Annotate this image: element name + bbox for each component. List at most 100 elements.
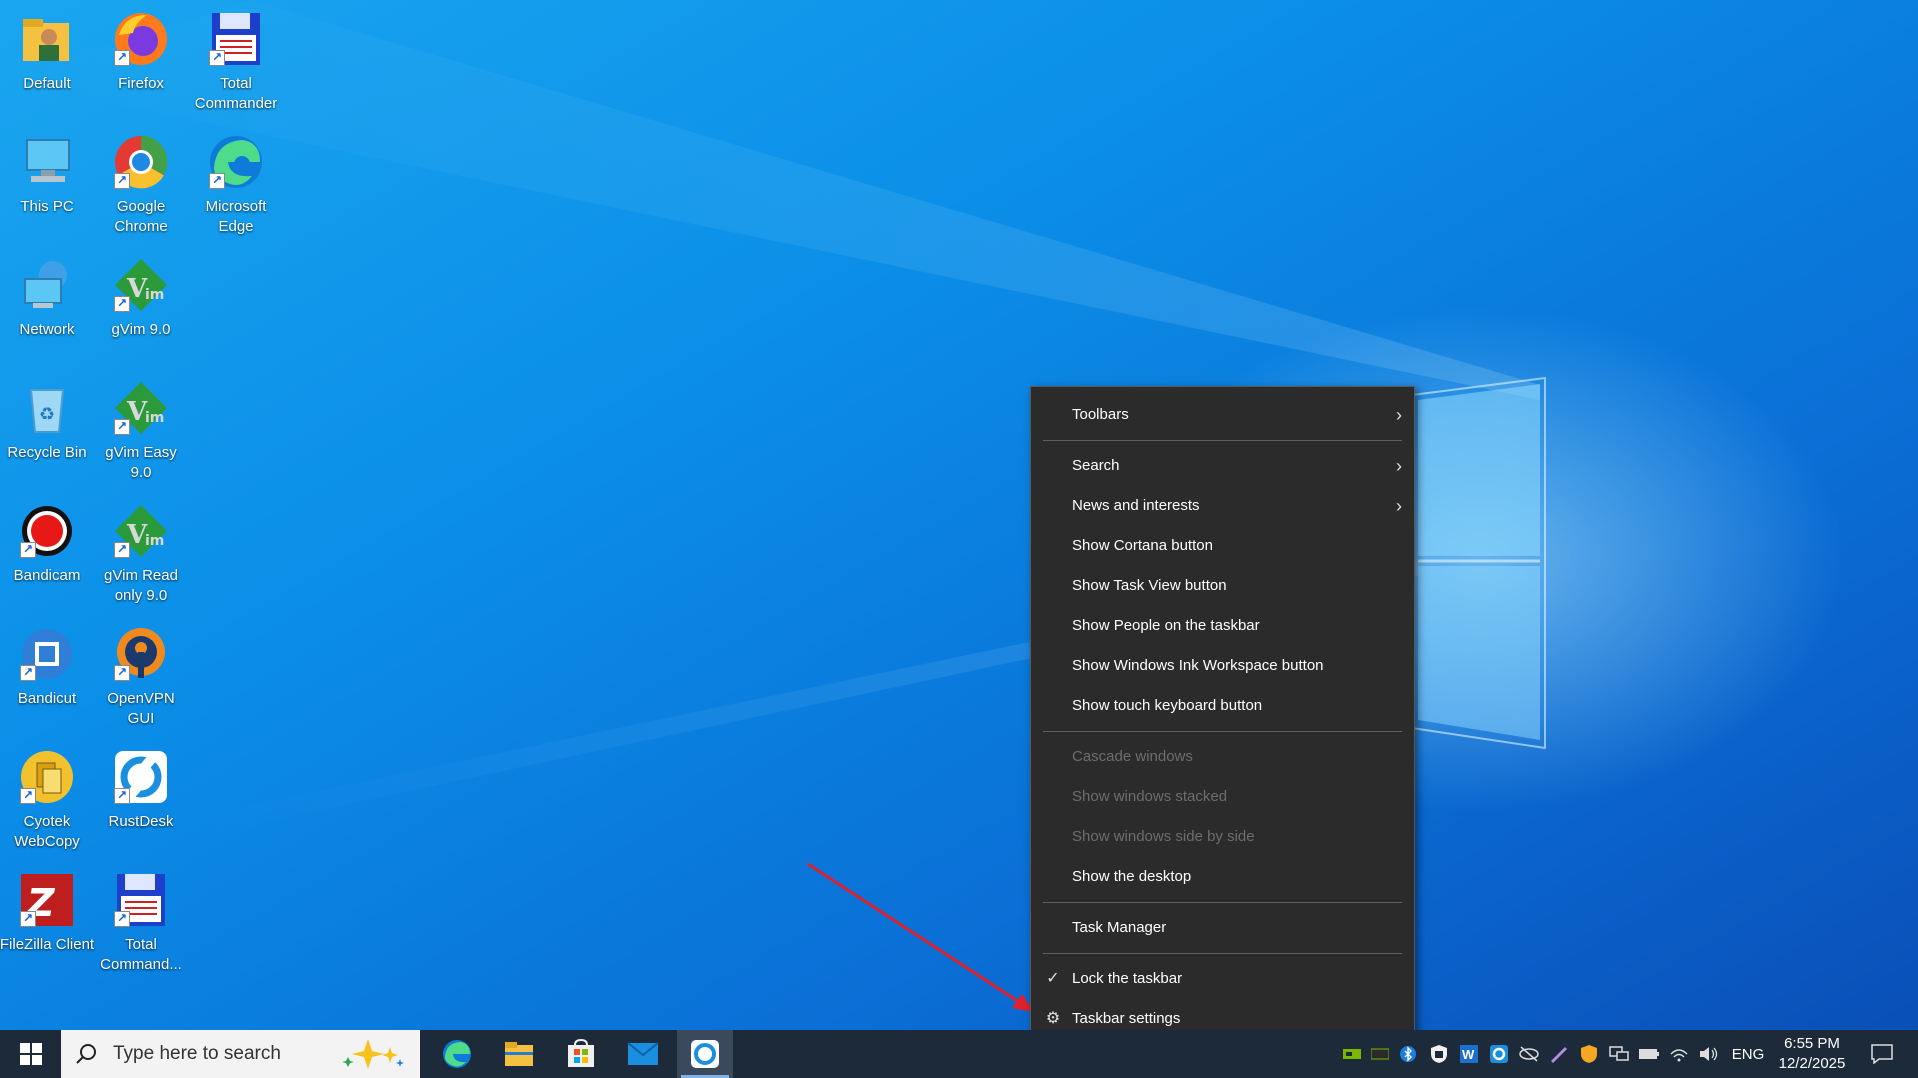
menu-item-lock-the-taskbar[interactable]: ✓ Lock the taskbar: [1031, 959, 1414, 999]
desktop-icon-default[interactable]: Default: [1, 8, 93, 128]
file-explorer-icon: [505, 1042, 533, 1066]
desktop-icon-label: OpenVPN GUI: [107, 690, 175, 727]
tray-icon-rustdesk[interactable]: [1486, 1030, 1512, 1078]
desktop-icon-cyotek-webcopy[interactable]: ↗ Cyotek WebCopy: [1, 746, 93, 866]
menu-item-show-task-view-button[interactable]: Show Task View button: [1031, 566, 1414, 606]
taskbar-context-menu: Toolbars › Search › News and interests ›…: [1030, 386, 1415, 1051]
menu-item-cascade-windows: Cascade windows: [1031, 737, 1414, 777]
taskbar-app-file-explorer[interactable]: [491, 1030, 547, 1078]
tray-icon-vpn[interactable]: [1576, 1030, 1602, 1078]
desktop-icon-rustdesk[interactable]: ↗ RustDesk: [95, 746, 187, 866]
tray-icon-battery[interactable]: [1636, 1030, 1662, 1078]
start-button[interactable]: [0, 1030, 61, 1078]
taskbar-search-box[interactable]: Type here to search: [61, 1030, 420, 1078]
desktop-icon-label: FileZilla Client: [0, 936, 95, 953]
volume-icon: [1700, 1047, 1718, 1061]
desktop-icon-gvim-easy[interactable]: Vim ↗ gVim Easy 9.0: [95, 377, 187, 497]
svg-text:♻: ♻: [39, 404, 55, 424]
menu-item-show-touch-keyboard[interactable]: Show touch keyboard button: [1031, 686, 1414, 726]
desktop-icon-recycle-bin[interactable]: ♻ Recycle Bin: [1, 377, 93, 497]
menu-item-show-the-desktop[interactable]: Show the desktop: [1031, 857, 1414, 897]
checkmark-icon: ✓: [1046, 970, 1060, 987]
menu-separator: [1043, 440, 1402, 441]
firefox-icon: ↗: [110, 8, 172, 70]
desktop-icon-google-chrome[interactable]: ↗ Google Chrome: [95, 131, 187, 251]
desktop-icon-label: Firefox: [118, 75, 164, 92]
menu-item-show-windows-side-by-side: Show windows side by side: [1031, 817, 1414, 857]
menu-item-label: Show Task View button: [1072, 577, 1227, 594]
desktop-icon-openvpn[interactable]: ↗ OpenVPN GUI: [95, 623, 187, 743]
tray-icon-network[interactable]: [1606, 1030, 1632, 1078]
shortcut-arrow-icon: ↗: [114, 788, 130, 804]
desktop-icon-label: Google Chrome: [114, 198, 168, 235]
tray-icon-bluetooth[interactable]: [1396, 1030, 1420, 1078]
menu-item-show-people[interactable]: Show People on the taskbar: [1031, 606, 1414, 646]
desktop-icon-firefox[interactable]: ↗ Firefox: [95, 8, 187, 128]
tray-icon-pen[interactable]: [1546, 1030, 1572, 1078]
menu-item-search[interactable]: Search ›: [1031, 446, 1414, 486]
menu-item-task-manager[interactable]: Task Manager: [1031, 908, 1414, 948]
shortcut-arrow-icon: ↗: [209, 50, 225, 66]
desktop-icon-microsoft-edge[interactable]: ↗ Microsoft Edge: [190, 131, 282, 251]
shortcut-arrow-icon: ↗: [114, 542, 130, 558]
tray-icon-volume[interactable]: [1696, 1030, 1722, 1078]
tray-language[interactable]: ENG: [1728, 1030, 1768, 1078]
language-indicator: ENG: [1731, 1045, 1765, 1063]
network-icon: [16, 254, 78, 316]
tray-icon-word[interactable]: W: [1456, 1030, 1482, 1078]
shortcut-arrow-icon: ↗: [114, 665, 130, 681]
desktop-icon-bandicam[interactable]: ↗ Bandicam: [1, 500, 93, 620]
menu-item-label: Show touch keyboard button: [1072, 697, 1263, 714]
desktop-icon-filezilla[interactable]: Z ↗ FileZilla Client: [0, 869, 95, 989]
taskbar-app-mail[interactable]: [615, 1030, 671, 1078]
shortcut-arrow-icon: ↗: [114, 419, 130, 435]
desktop-icon-total-commander[interactable]: ↗ Total Commander: [190, 8, 282, 128]
tray-clock[interactable]: 6:55 PM 12/2/2025: [1774, 1030, 1850, 1078]
desktop-icon-label: Cyotek WebCopy: [14, 813, 80, 850]
menu-item-show-cortana-button[interactable]: Show Cortana button: [1031, 526, 1414, 566]
menu-item-toolbars[interactable]: Toolbars ›: [1031, 395, 1414, 435]
menu-item-news-and-interests[interactable]: News and interests ›: [1031, 486, 1414, 526]
menu-item-label: News and interests: [1072, 497, 1200, 514]
vim-icon: Vim ↗: [110, 500, 172, 562]
menu-separator: [1043, 953, 1402, 954]
desktop-icon-gvim-read-only[interactable]: Vim ↗ gVim Read only 9.0: [95, 500, 187, 620]
desktop-icon-bandicut[interactable]: ↗ Bandicut: [1, 623, 93, 743]
search-placeholder: Type here to search: [113, 1043, 281, 1064]
bandicut-icon: ↗: [16, 623, 78, 685]
menu-item-show-windows-ink[interactable]: Show Windows Ink Workspace button: [1031, 646, 1414, 686]
chevron-right-icon: ›: [1396, 405, 1402, 425]
desktop-icon-label: Bandicut: [17, 690, 77, 707]
menu-separator: [1043, 902, 1402, 903]
taskbar-app-rustdesk[interactable]: [677, 1030, 733, 1078]
tray-icon-app[interactable]: [1368, 1030, 1392, 1078]
filezilla-icon: Z ↗: [16, 869, 78, 931]
taskbar-app-edge[interactable]: [429, 1030, 485, 1078]
shortcut-arrow-icon: ↗: [20, 911, 36, 927]
tray-icon-app[interactable]: [1340, 1030, 1364, 1078]
taskbar-app-store[interactable]: [553, 1030, 609, 1078]
shortcut-arrow-icon: ↗: [20, 665, 36, 681]
svg-text:W: W: [1462, 1047, 1475, 1062]
menu-item-label: Search: [1072, 457, 1120, 474]
clock-date: 12/2/2025: [1778, 1055, 1846, 1072]
desktop-icon-total-commander-64[interactable]: ↗ Total Command...: [95, 869, 187, 989]
svg-text:im: im: [145, 533, 164, 549]
store-icon: [568, 1039, 594, 1067]
edge-icon: ↗: [205, 131, 267, 193]
menu-item-label: Show windows stacked: [1072, 788, 1228, 805]
tray-icon-hidden-app[interactable]: [1516, 1030, 1542, 1078]
desktop-icon-gvim[interactable]: Vim ↗ gVim 9.0: [95, 254, 187, 374]
desktop-icon-this-pc[interactable]: This PC: [1, 131, 93, 251]
menu-item-label: Task Manager: [1072, 919, 1167, 936]
tray-icon-wifi[interactable]: [1666, 1030, 1692, 1078]
menu-item-label: Cascade windows: [1072, 748, 1193, 765]
tray-icon-security[interactable]: [1426, 1030, 1452, 1078]
desktop-icon-label: RustDesk: [108, 813, 174, 830]
action-center-button[interactable]: [1862, 1030, 1902, 1078]
desktop-icon-network[interactable]: Network: [1, 254, 93, 374]
desktop[interactable]: Default ↗ Firefox ↗ Total Commander This…: [0, 0, 1918, 1030]
bandicam-icon: ↗: [16, 500, 78, 562]
user-folder-icon: [16, 8, 78, 70]
ethernet-icon: [1609, 1046, 1629, 1061]
